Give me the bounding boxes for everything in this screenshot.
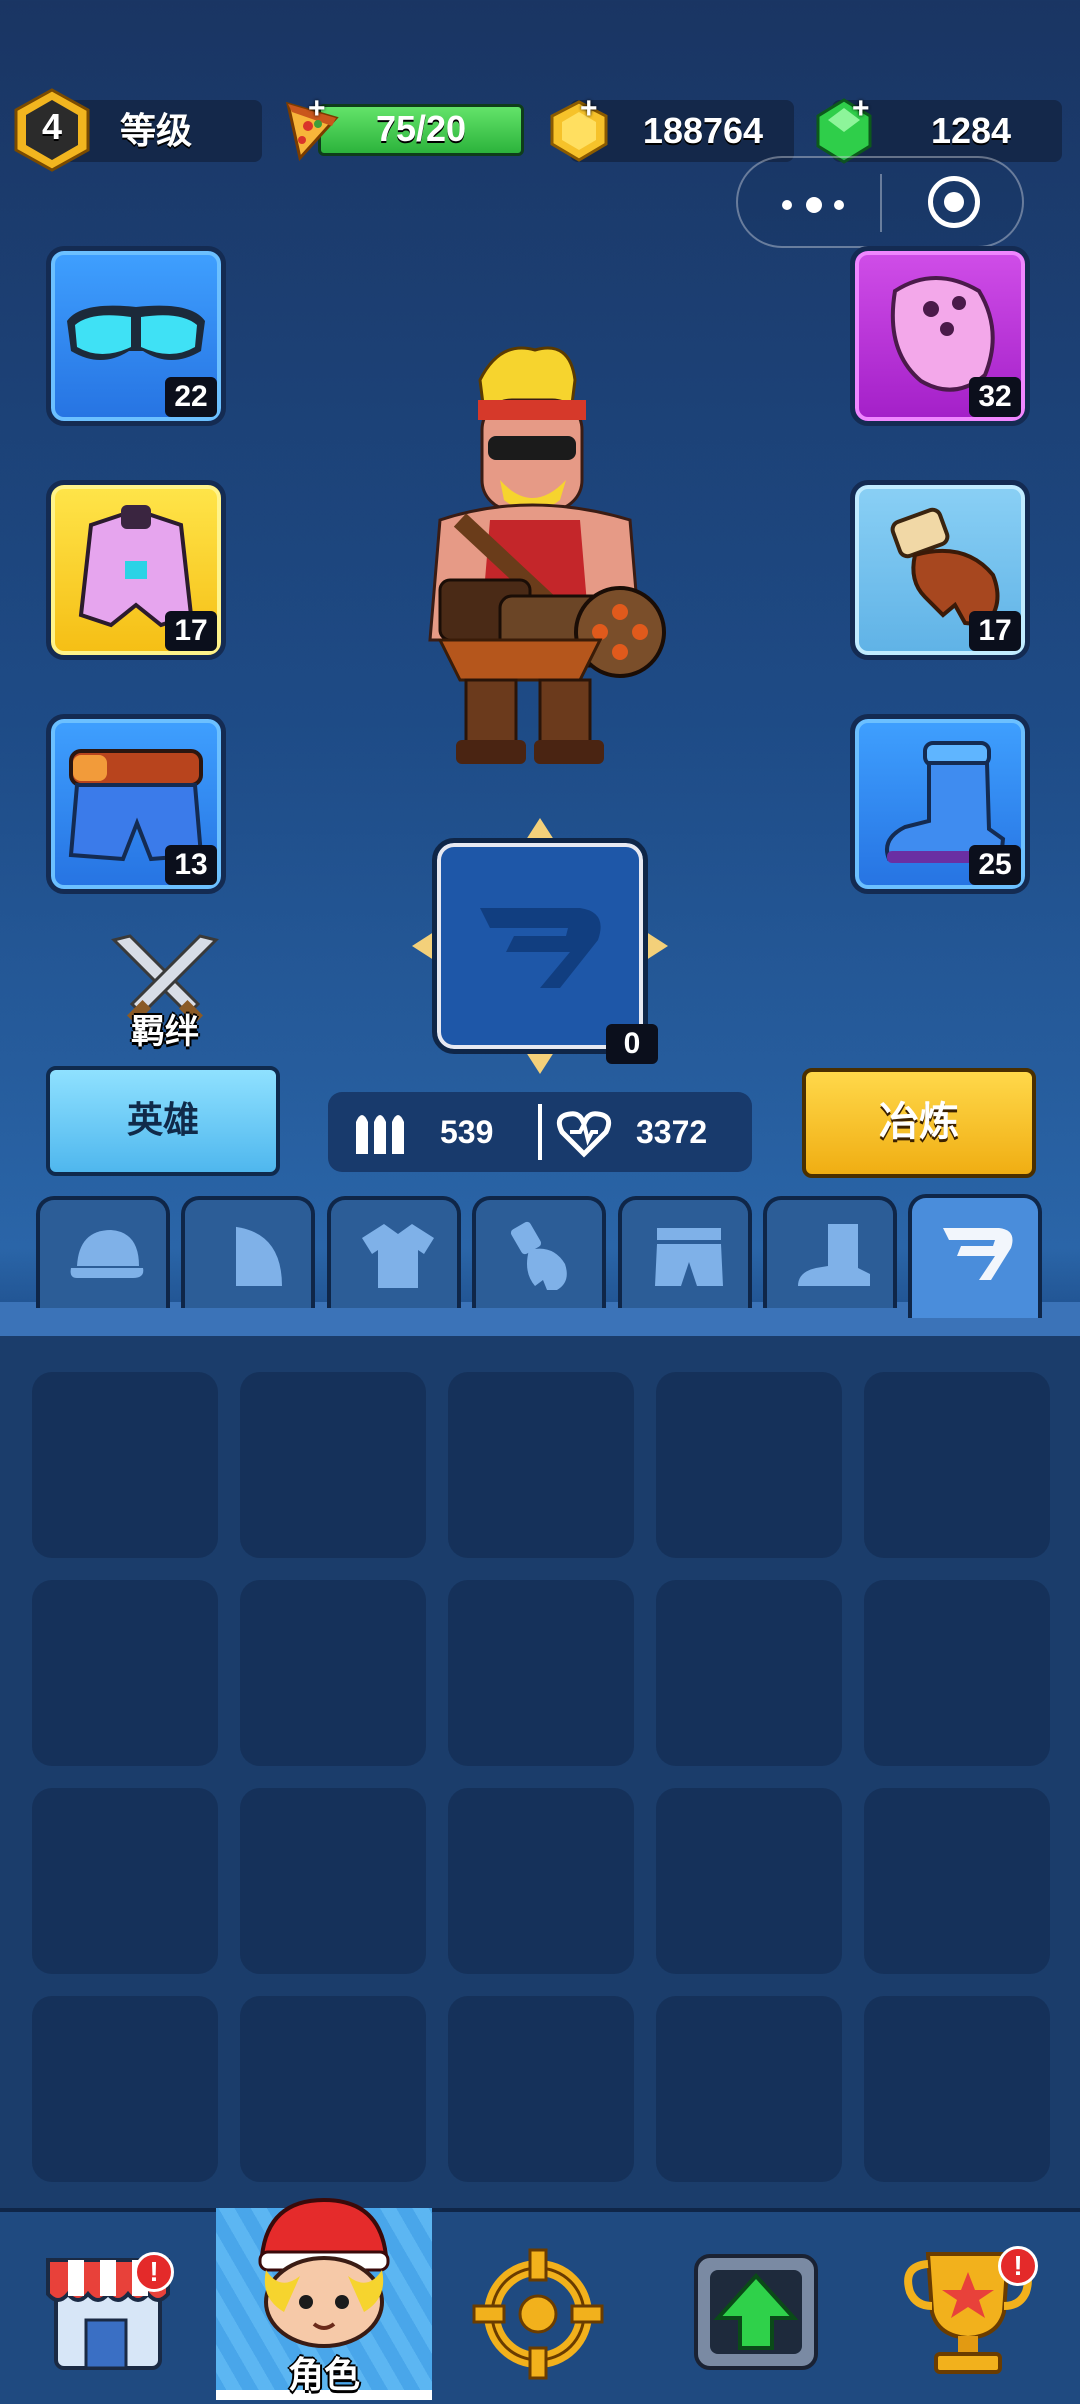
equip-slot-boot[interactable]: 25	[850, 714, 1030, 894]
inventory-slot[interactable]	[32, 1580, 218, 1766]
inventory-slot[interactable]	[32, 1372, 218, 1558]
tab-shorts[interactable]	[618, 1196, 752, 1308]
inventory-slot[interactable]	[864, 1788, 1050, 1974]
shorts-tab-icon	[655, 1228, 723, 1286]
upgrade-arrow-icon	[694, 2254, 818, 2370]
inventory-slot[interactable]	[240, 1580, 426, 1766]
boot-tab-icon	[798, 1224, 870, 1286]
equip-slot-vest[interactable]: 17	[46, 480, 226, 660]
nav-character[interactable]	[240, 2196, 408, 2348]
bullets-icon	[356, 1115, 404, 1154]
bond-button[interactable]: 羁绊	[100, 926, 230, 1056]
inventory-slot[interactable]	[656, 1996, 842, 2182]
shop-alert-badge: !	[134, 2252, 174, 2292]
shoulder-icon	[222, 1226, 282, 1286]
inventory-slot[interactable]	[448, 1996, 634, 2182]
nav-battle[interactable]	[470, 2246, 606, 2382]
inventory-slot[interactable]	[240, 1788, 426, 1974]
equip-slot-goggles[interactable]: 22	[46, 246, 226, 426]
slot-level: 17	[969, 611, 1021, 651]
slot-level: 25	[969, 845, 1021, 885]
wing-slot[interactable]: 0	[412, 818, 668, 1074]
shirt-icon	[362, 1224, 434, 1288]
inventory-slot[interactable]	[32, 1788, 218, 1974]
inventory-slot[interactable]	[864, 1372, 1050, 1558]
miniprogram-capsule	[736, 156, 1024, 248]
inventory-slot[interactable]	[656, 1580, 842, 1766]
inventory-slot[interactable]	[448, 1372, 634, 1558]
slot-level: 22	[165, 377, 217, 417]
tab-hat[interactable]	[36, 1196, 170, 1308]
hat-icon	[70, 1230, 144, 1278]
add-gold-icon[interactable]: +	[580, 94, 606, 124]
more-options-icon[interactable]	[776, 194, 856, 214]
nav-character-label: 角色	[287, 2354, 360, 2395]
equip-slot-glove[interactable]: 17	[850, 480, 1030, 660]
bond-label: 羁绊	[131, 1013, 199, 1051]
inventory-slot[interactable]	[864, 1580, 1050, 1766]
attack-value: 539	[440, 1114, 494, 1150]
tab-wing[interactable]	[908, 1194, 1042, 1318]
slot-level: 32	[969, 377, 1021, 417]
glove-tab-icon	[510, 1221, 567, 1290]
gem-value: 1284	[930, 110, 1012, 151]
inventory-slot[interactable]	[240, 1996, 426, 2182]
inventory-slot[interactable]	[864, 1996, 1050, 2182]
trophy-alert-badge: !	[998, 2246, 1038, 2286]
equip-slot-shoulder[interactable]: 32	[850, 246, 1030, 426]
inventory-slot[interactable]	[448, 1580, 634, 1766]
wing-tab-icon	[943, 1228, 1013, 1280]
level-number: 4	[41, 106, 63, 147]
smelt-button[interactable]: 冶炼	[802, 1068, 1036, 1178]
close-miniprogram-icon[interactable]	[928, 176, 980, 228]
hero-character[interactable]	[370, 340, 700, 780]
level-label: 等级	[120, 110, 193, 151]
gold-value: 188764	[642, 110, 764, 151]
inventory-slot[interactable]	[32, 1996, 218, 2182]
tab-boot[interactable]	[763, 1196, 897, 1308]
wing-icon	[480, 908, 601, 988]
slot-level: 17	[165, 611, 217, 651]
tab-shoulder[interactable]	[181, 1196, 315, 1308]
add-gems-icon[interactable]: +	[852, 94, 878, 124]
tab-glove[interactable]	[472, 1196, 606, 1308]
health-value: 3372	[636, 1114, 708, 1150]
energy-value: 75/20	[375, 108, 467, 149]
nav-upgrade[interactable]	[686, 2244, 826, 2380]
stats-divider	[538, 1104, 542, 1160]
inventory-slot[interactable]	[448, 1788, 634, 1974]
slot-level: 13	[165, 845, 217, 885]
inventory-slot[interactable]	[656, 1372, 842, 1558]
heart-icon	[556, 1111, 612, 1158]
wing-level: 0	[606, 1024, 658, 1064]
character-avatar-icon	[258, 2197, 390, 2348]
inventory-slot[interactable]	[656, 1788, 842, 1974]
crosshair-icon	[472, 2248, 604, 2380]
equip-slot-shorts[interactable]: 13	[46, 714, 226, 894]
hero-button[interactable]: 英雄	[46, 1066, 280, 1176]
tab-shirt[interactable]	[327, 1196, 461, 1308]
inventory-slot[interactable]	[240, 1372, 426, 1558]
